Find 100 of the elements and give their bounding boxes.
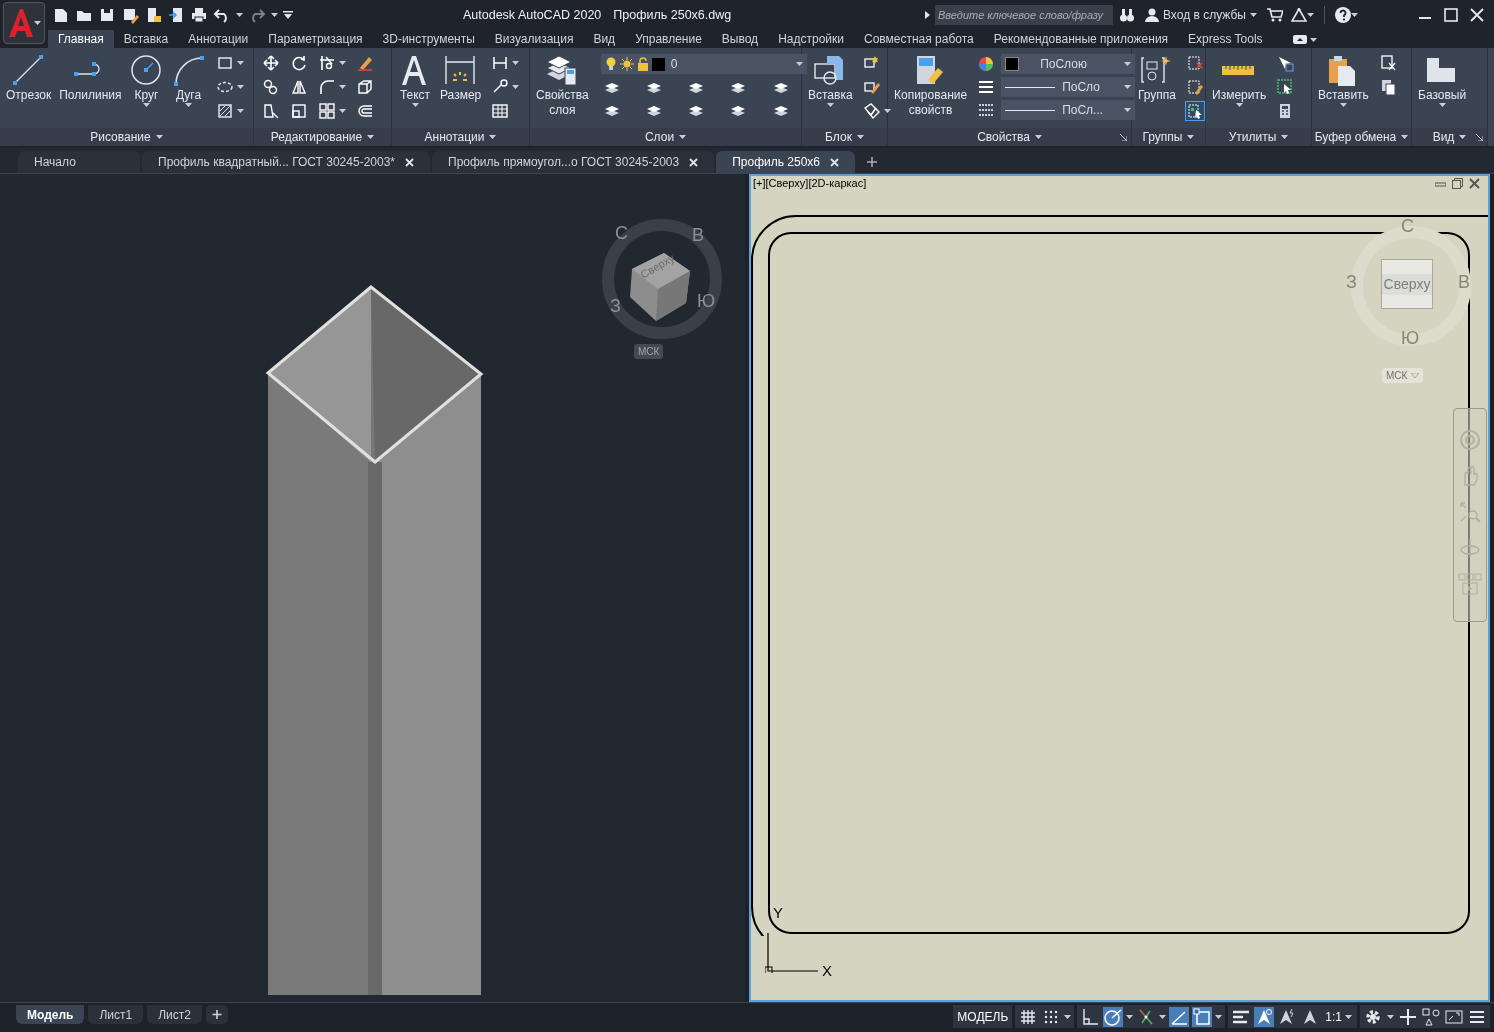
caret-icon[interactable] [339,85,346,89]
move-icon[interactable] [262,54,280,72]
caret-icon[interactable] [1309,37,1317,42]
ribbon-tab[interactable]: Вывод [711,30,769,48]
caret-icon[interactable] [826,103,834,107]
caret-icon[interactable] [1124,85,1132,89]
steering-wheel-icon[interactable] [1459,429,1481,451]
ribbon-tab[interactable]: 3D-инструменты [372,30,485,48]
ribbon-tab[interactable]: Надстройки [768,30,854,48]
fullscreen-icon[interactable] [1445,1007,1463,1026]
document-tab[interactable]: Профиль прямоугол...о ГОСТ 30245-2003 [432,151,715,173]
fillet-icon[interactable] [318,78,336,96]
caret-icon[interactable] [339,61,346,65]
caret-icon[interactable] [1250,13,1257,17]
binoculars-icon[interactable] [1119,7,1135,23]
ribbon-tool-button[interactable]: Круг [127,54,166,107]
new-tab-icon[interactable] [867,157,877,167]
caret-icon[interactable] [1401,135,1409,139]
caret-icon[interactable] [143,103,150,107]
ribbon-tab[interactable]: Управление [625,30,712,48]
caret-icon[interactable] [1459,135,1467,139]
caret-icon[interactable] [1215,1014,1223,1019]
ribbon-tab[interactable]: Визуализация [484,30,584,48]
save-icon[interactable] [98,6,116,24]
search-field[interactable]: Введите ключевое слово/фразу [935,5,1113,25]
print-icon[interactable] [190,6,208,24]
caret-icon[interactable] [1345,1014,1352,1019]
caret-icon[interactable] [512,61,520,65]
layout-tab[interactable]: Модель [16,1005,85,1024]
maximize-icon[interactable] [1444,8,1458,22]
ucs-menu-button[interactable]: МСК [1382,368,1424,383]
model-space-button[interactable]: МОДЕЛЬ [953,1005,1013,1028]
object-snap-icon[interactable] [1192,1006,1213,1027]
save-web-icon[interactable] [167,6,185,24]
help-icon[interactable] [1335,7,1351,23]
ribbon-tool-button[interactable]: Базовый [1416,54,1469,107]
ribbon-tool-button[interactable]: Группа [1136,54,1179,103]
ribbon-tab[interactable]: Главная [48,30,114,48]
table-icon[interactable] [491,102,510,120]
lineweight-icon[interactable] [977,78,996,96]
caret-icon[interactable] [679,135,687,139]
ribbon-tool-button[interactable]: Вставить [1316,54,1371,107]
ribbon-tool-button[interactable]: Копирование свойств [892,54,970,118]
layout-tab[interactable]: Лист2 [147,1005,202,1024]
hatch-icon[interactable] [215,102,234,120]
cut-icon[interactable] [1378,54,1397,72]
caret-icon[interactable] [236,85,244,89]
trim-icon[interactable] [318,54,336,72]
compass-ring[interactable] [600,217,724,341]
caret-icon[interactable] [411,103,419,107]
caret-icon[interactable] [236,109,244,113]
panel-title-button[interactable]: Слои [644,128,687,146]
dynamic-ucs-icon[interactable] [1169,1006,1190,1027]
caret-icon[interactable] [1307,13,1314,17]
caret-icon[interactable] [185,103,192,107]
ribbon-tab[interactable]: Рекомендованные приложения [983,30,1179,48]
ribbon-tool-button[interactable]: Дуга [169,54,208,107]
caret-icon[interactable] [512,85,520,89]
scale-icon[interactable] [290,102,308,120]
caret-icon[interactable] [883,109,891,113]
caret-icon[interactable] [795,62,803,66]
new-layout-icon[interactable] [205,1005,228,1024]
annotation-scale-button[interactable]: 1:1 [1323,1007,1354,1026]
caret-icon[interactable] [489,135,497,139]
caret-icon[interactable] [1126,1014,1134,1019]
ribbon-tool-button[interactable]: Отрезок [4,54,54,103]
ribbon-tool-button[interactable]: Размер [438,54,484,103]
ribbon-tab[interactable]: Параметризация [258,30,373,48]
document-tab[interactable]: Начало [18,151,140,173]
mirror-icon[interactable] [290,78,308,96]
caret-icon[interactable] [34,21,41,25]
caret-icon[interactable] [1281,135,1289,139]
cart-icon[interactable] [1267,8,1283,22]
ribbon-tab[interactable]: Вставка [113,30,179,48]
property-dropdown[interactable]: ПоСлою [1001,54,1136,74]
ungroup-icon[interactable] [1186,54,1205,72]
caret-icon[interactable] [367,135,375,139]
caret-icon[interactable] [339,109,346,113]
triangle-icon[interactable] [1291,8,1307,22]
plus-icon[interactable] [1399,1007,1417,1026]
document-tab[interactable]: Профиль квадратный... ГОСТ 30245-2003* [142,151,430,173]
caret-icon[interactable] [1034,135,1042,139]
ribbon-tool-button[interactable]: Полилиния [57,54,124,103]
panel-title-button[interactable]: Буфер обмена [1314,128,1409,146]
save-as-icon[interactable] [121,6,139,24]
ribbon-tool-button[interactable]: Измерить [1210,54,1269,107]
stretch-icon[interactable] [262,102,280,120]
array-icon[interactable] [318,102,336,120]
offset-icon[interactable] [356,102,374,120]
group-select-icon[interactable] [1186,102,1205,120]
orbit-icon[interactable] [1459,537,1481,559]
viewport-label[interactable]: [+][Сверху][2D-каркас] [753,176,867,192]
sign-in-button[interactable]: Вход в службы [1143,6,1259,24]
quick-select-icon[interactable] [1276,54,1295,72]
caret-icon[interactable] [1124,62,1132,66]
caret-icon[interactable] [1387,1014,1394,1019]
annotation-visibility-icon[interactable] [1254,1006,1275,1027]
dialog-launcher-icon[interactable] [1120,134,1127,141]
property-dropdown[interactable]: ПоСло [1001,77,1136,97]
ribbon-tab[interactable]: Вид [583,30,626,48]
